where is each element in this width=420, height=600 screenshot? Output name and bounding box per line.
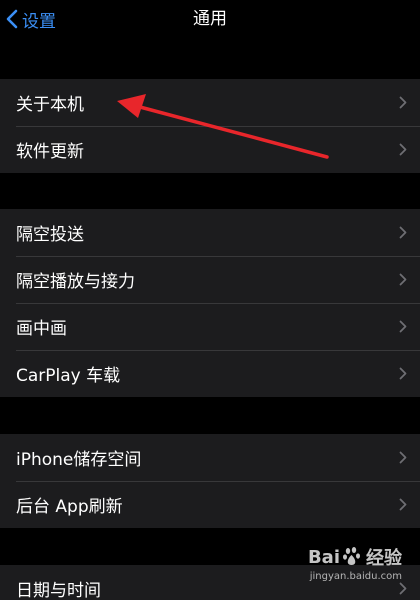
row-airplay-handoff-label: 隔空播放与接力 [16, 272, 135, 292]
row-airdrop[interactable]: 隔空投送 [0, 209, 420, 256]
chevron-right-icon [399, 273, 407, 286]
chevron-right-icon [399, 367, 407, 380]
watermark-url: jingyan.baidu.com [309, 571, 402, 582]
chevron-right-icon [399, 320, 407, 333]
row-picture-in-picture-label: 画中画 [16, 319, 67, 339]
row-about[interactable]: 关于本机 [0, 79, 420, 126]
chevron-right-icon [399, 226, 407, 239]
row-airplay-handoff[interactable]: 隔空播放与接力 [0, 256, 420, 303]
row-background-app-refresh[interactable]: 后台 App刷新 [0, 481, 420, 528]
row-date-time-label: 日期与时间 [16, 581, 101, 600]
row-carplay-label: CarPlay 车载 [16, 366, 121, 386]
row-iphone-storage-label: iPhone储存空间 [16, 450, 142, 470]
row-background-app-refresh-label: 后台 App刷新 [16, 497, 123, 517]
row-software-update-label: 软件更新 [16, 142, 84, 162]
row-iphone-storage[interactable]: iPhone储存空间 [0, 434, 420, 481]
settings-group-1: 关于本机 软件更新 [0, 79, 420, 173]
chevron-right-icon [399, 143, 407, 156]
chevron-right-icon [399, 582, 407, 595]
page-title: 通用 [193, 9, 227, 29]
watermark-brand: Bai 经验 [308, 544, 402, 570]
row-about-label: 关于本机 [16, 95, 84, 115]
navigation-bar: 设置 通用 [0, 0, 420, 40]
watermark-brand-left: Bai [307, 546, 340, 568]
watermark-brand-right: 经验 [366, 548, 402, 569]
chevron-right-icon [399, 451, 407, 464]
paw-icon [343, 547, 360, 565]
chevron-right-icon [399, 96, 407, 109]
row-software-update[interactable]: 软件更新 [0, 126, 420, 173]
row-airdrop-label: 隔空投送 [16, 225, 84, 245]
watermark: Bai 经验 jingyan.baidu.com [308, 544, 402, 583]
chevron-right-icon [399, 498, 407, 511]
row-picture-in-picture[interactable]: 画中画 [0, 303, 420, 350]
settings-group-3: iPhone储存空间 后台 App刷新 [0, 434, 420, 528]
settings-group-2: 隔空投送 隔空播放与接力 画中画 CarPlay 车载 [0, 209, 420, 397]
row-carplay[interactable]: CarPlay 车载 [0, 350, 420, 397]
